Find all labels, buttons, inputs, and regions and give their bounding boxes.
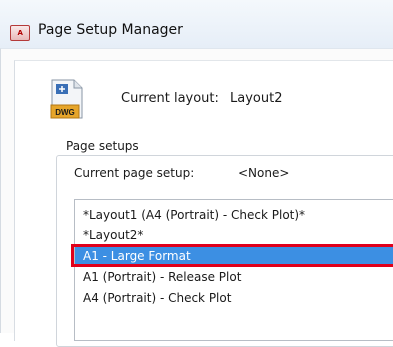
current-page-setup-label: Current page setup: (74, 166, 195, 180)
page-setups-legend: Page setups (62, 139, 143, 153)
current-page-setup-value: <None> (238, 166, 290, 180)
dwg-file-icon: DWG (50, 79, 83, 119)
list-item-layout1[interactable]: *Layout1 (A4 (Portrait) - Check Plot)* (75, 205, 393, 225)
list-item-layout2[interactable]: *Layout2* (75, 225, 393, 245)
page-setups-list[interactable]: *Layout1 (A4 (Portrait) - Check Plot)* *… (74, 199, 393, 341)
current-layout-value: Layout2 (230, 91, 283, 106)
list-item-a4-portrait-check[interactable]: A4 (Portrait) - Check Plot (75, 288, 393, 308)
app-icon-text: A (17, 29, 23, 37)
current-layout-label: Current layout: (121, 91, 219, 106)
autocad-app-icon: A (10, 25, 30, 41)
annotation-highlight-box (71, 244, 393, 267)
list-item-a1-portrait-release[interactable]: A1 (Portrait) - Release Plot (75, 267, 393, 287)
title-bar[interactable]: A Page Setup Manager (0, 0, 393, 48)
window-title: Page Setup Manager (38, 22, 183, 38)
dwg-icon-label: DWG (55, 108, 75, 117)
